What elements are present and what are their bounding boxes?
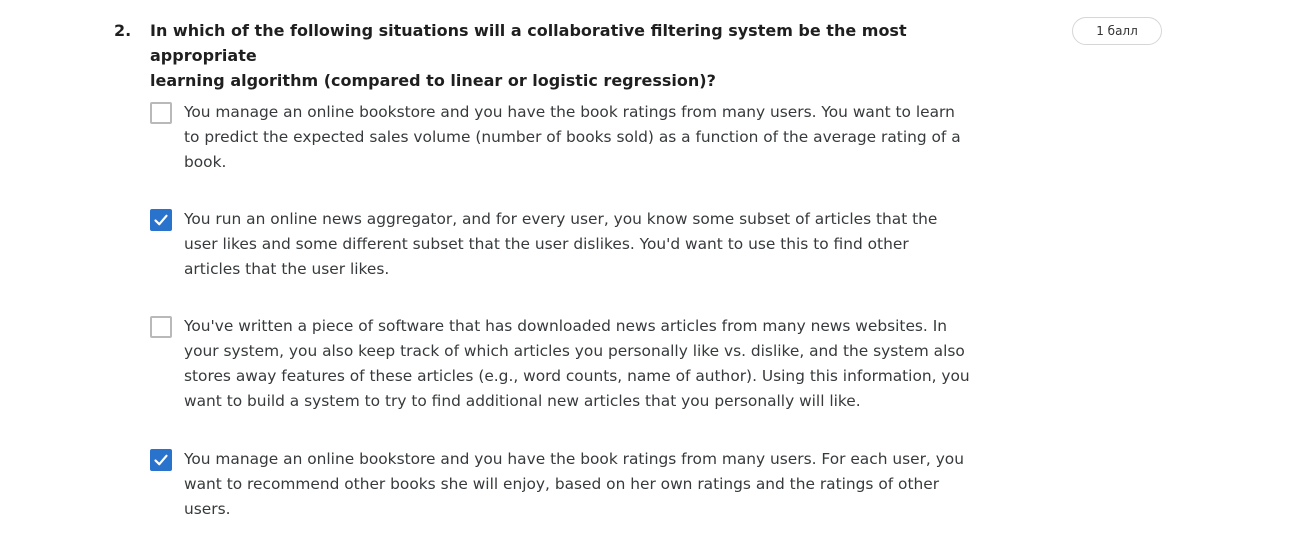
checkmark-icon bbox=[154, 214, 168, 226]
option-3-label[interactable]: You've written a piece of software that … bbox=[184, 314, 984, 414]
question-number: 2. bbox=[114, 21, 132, 40]
points-badge: 1 балл bbox=[1072, 17, 1162, 45]
option-1-label[interactable]: You manage an online bookstore and you h… bbox=[184, 100, 984, 175]
option-1-checkbox[interactable] bbox=[150, 102, 172, 124]
checkmark-icon bbox=[154, 454, 168, 466]
option-4-checkbox[interactable] bbox=[150, 449, 172, 471]
option-2-label[interactable]: You run an online news aggregator, and f… bbox=[184, 207, 984, 282]
question-prompt: In which of the following situations wil… bbox=[150, 21, 907, 90]
option-4-label[interactable]: You manage an online bookstore and you h… bbox=[184, 447, 984, 522]
option-2-checkbox[interactable] bbox=[150, 209, 172, 231]
option-3-checkbox[interactable] bbox=[150, 316, 172, 338]
